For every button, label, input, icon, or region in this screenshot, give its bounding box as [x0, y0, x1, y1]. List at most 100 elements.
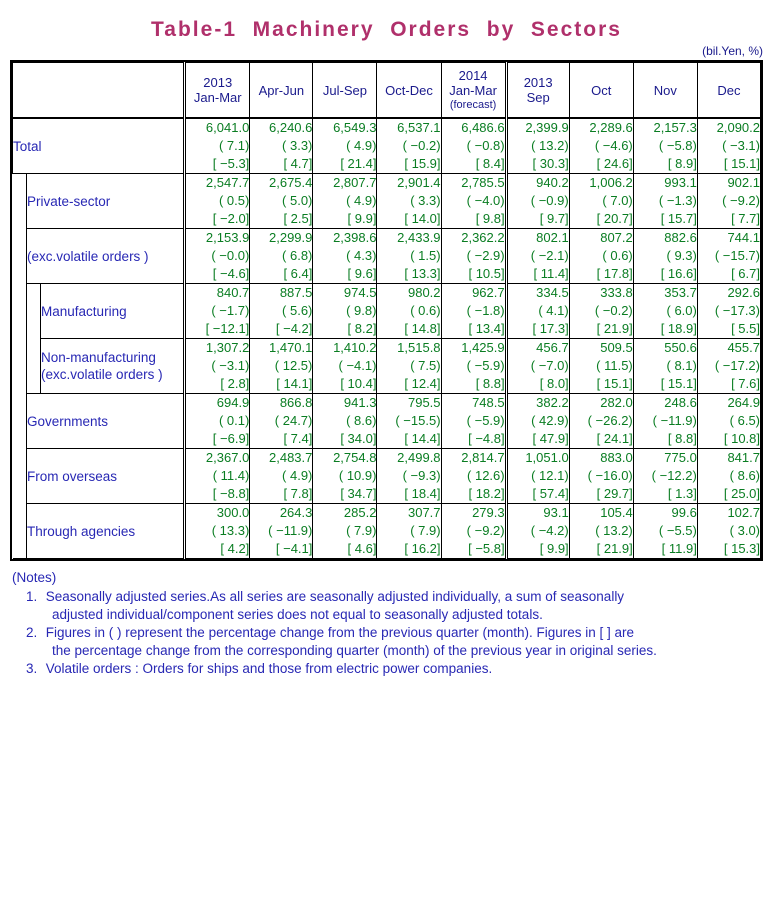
- header-col-8: Dec: [696, 62, 762, 119]
- cell-qoq: ( −3.1): [722, 138, 760, 153]
- header-row: 2013 Jan-Mar Apr-Jun Jul-Sep Oct-Dec 201…: [11, 62, 762, 119]
- cell-qoq: ( 12.1): [531, 468, 569, 483]
- row-label-governments: Governments: [26, 393, 186, 449]
- cell-qoq: ( 5.0): [282, 193, 313, 208]
- cell-level: 962.7: [472, 285, 505, 300]
- cell-r0-c6: 2,289.6 ( −4.6) [ 24.6]: [568, 117, 634, 174]
- cell-qoq: ( −17.3): [714, 303, 760, 318]
- cell-yoy: [ 4.6]: [347, 541, 377, 556]
- table-body: Total 6,041.0 ( 7.1) [ −5.3] 6,240.6 ( 3.3) [ …: [11, 117, 762, 559]
- header-col-3-period: Oct-Dec: [385, 82, 433, 98]
- cell-qoq: ( 1.5): [410, 248, 441, 263]
- cell-r6-c2: 2,754.8 ( 10.9) [ 34.7]: [312, 448, 378, 504]
- cell-yoy: [ 15.1]: [723, 156, 760, 171]
- header-col-8-period: Dec: [717, 82, 741, 98]
- cell-r3-c4: 962.7 ( −1.8) [ 13.4]: [440, 283, 507, 339]
- cell-yoy: [ 7.7]: [731, 211, 760, 226]
- header-col-0: 2013 Jan-Mar: [183, 62, 251, 119]
- cell-r7-c0: 300.0 ( 13.3) [ 4.2]: [183, 503, 251, 559]
- cell-qoq: ( −5.5): [658, 523, 697, 538]
- cell-yoy: [ 8.2]: [347, 321, 377, 336]
- cell-level: 807.2: [600, 230, 633, 245]
- note-number: 2.: [26, 625, 38, 640]
- cell-qoq: ( −9.2): [466, 523, 505, 538]
- cell-qoq: ( −0.2): [402, 138, 441, 153]
- cell-yoy: [ −6.9]: [212, 431, 250, 446]
- cell-level: 6,486.6: [461, 120, 505, 135]
- cell-r0-c0: 6,041.0 ( 7.1) [ −5.3]: [183, 117, 251, 174]
- cell-qoq: ( −16.0): [587, 468, 633, 483]
- cell-yoy: [ 1.3]: [667, 486, 697, 501]
- cell-r4-c4: 1,425.9 ( −5.9) [ 8.8]: [440, 338, 507, 394]
- row-indent-spacer-lvl2-4: [26, 338, 42, 394]
- cell-r0-c2: 6,549.3 ( 4.9) [ 21.4]: [312, 117, 378, 174]
- cell-level: 795.5: [407, 395, 441, 410]
- cell-r7-c5: 93.1 ( −4.2) [ 9.9]: [504, 503, 570, 559]
- unit-label: (bil.Yen, %): [702, 44, 763, 58]
- cell-level: 1,307.2: [205, 340, 250, 355]
- cell-yoy: [ 15.1]: [596, 376, 633, 391]
- cell-qoq: ( −15.7): [714, 248, 760, 263]
- cell-qoq: ( 7.0): [602, 193, 633, 208]
- cell-level: 6,240.6: [269, 120, 313, 135]
- cell-yoy: [ 14.8]: [404, 321, 441, 336]
- cell-r4-c2: 1,410.2 ( −4.1) [ 10.4]: [312, 338, 378, 394]
- cell-yoy: [ 18.2]: [468, 486, 505, 501]
- cell-r7-c7: 99.6 ( −5.5) [ 11.9]: [632, 503, 698, 559]
- note-text-line2: adjusted individual/component series doe…: [52, 607, 543, 622]
- cell-level: 2,807.7: [333, 175, 377, 190]
- cell-r5-c4: 748.5 ( −5.9) [ −4.8]: [440, 393, 507, 449]
- cell-yoy: [ 47.9]: [532, 431, 569, 446]
- cell-qoq: ( −11.9): [652, 413, 697, 428]
- cell-r2-c2: 2,398.6 ( 4.3) [ 9.6]: [312, 228, 378, 284]
- cell-qoq: ( 13.3): [211, 523, 250, 538]
- cell-yoy: [ 21.4]: [340, 156, 377, 171]
- cell-qoq: ( 9.3): [666, 248, 697, 263]
- row-indent-spacer-lvl1-2: [12, 228, 28, 284]
- cell-r6-c4: 2,814.7 ( 12.6) [ 18.2]: [440, 448, 507, 504]
- cell-yoy: [ 2.8]: [220, 376, 250, 391]
- cell-yoy: [ −4.2]: [275, 321, 313, 336]
- cell-yoy: [ 34.0]: [340, 431, 377, 446]
- cell-qoq: ( 0.5): [218, 193, 250, 208]
- cell-r1-c1: 2,675.4 ( 5.0) [ 2.5]: [249, 173, 314, 229]
- cell-r5-c7: 248.6 ( −11.9) [ 8.8]: [632, 393, 698, 449]
- cell-yoy: [ 18.4]: [404, 486, 441, 501]
- cell-r5-c8: 264.9 ( 6.5) [ 10.8]: [696, 393, 762, 449]
- note-item: 2. Figures in ( ) represent the percenta…: [26, 624, 773, 660]
- cell-r7-c4: 279.3 ( −9.2) [ −5.8]: [440, 503, 507, 559]
- cell-r3-c1: 887.5 ( 5.6) [ −4.2]: [249, 283, 314, 339]
- cell-yoy: [ 17.3]: [532, 321, 569, 336]
- cell-level: 279.3: [472, 505, 505, 520]
- cell-yoy: [ 10.8]: [723, 431, 760, 446]
- notes-list: 1. Seasonally adjusted series.As all ser…: [12, 588, 773, 678]
- cell-r6-c3: 2,499.8 ( −9.3) [ 18.4]: [376, 448, 442, 504]
- cell-yoy: [ 15.7]: [660, 211, 697, 226]
- cell-level: 353.7: [664, 285, 697, 300]
- cell-qoq: ( −4.1): [338, 358, 377, 373]
- cell-r7-c1: 264.3 ( −11.9) [ −4.1]: [249, 503, 314, 559]
- header-col-2-period: Jul-Sep: [322, 82, 367, 98]
- cell-yoy: [ 12.4]: [404, 376, 441, 391]
- cell-yoy: [ 15.1]: [660, 376, 697, 391]
- cell-r1-c2: 2,807.7 ( 4.9) [ 9.9]: [312, 173, 378, 229]
- cell-level: 2,754.8: [333, 450, 377, 465]
- cell-qoq: ( −1.8): [466, 303, 505, 318]
- cell-yoy: [ 7.6]: [731, 376, 760, 391]
- cell-yoy: [ 30.3]: [532, 156, 569, 171]
- row-indent-spacer-lvl1-3: [12, 283, 28, 339]
- cell-qoq: ( −9.2): [722, 193, 760, 208]
- cell-r2-c8: 744.1 ( −15.7) [ 6.7]: [696, 228, 762, 284]
- header-col-4: 2014 Jan-Mar (forecast): [440, 62, 507, 119]
- cell-qoq: ( −7.0): [530, 358, 569, 373]
- cell-qoq: ( −0.2): [594, 303, 633, 318]
- cell-r6-c1: 2,483.7 ( 4.9) [ 7.8]: [249, 448, 314, 504]
- cell-level: 1,051.0: [525, 450, 569, 465]
- cell-r7-c2: 285.2 ( 7.9) [ 4.6]: [312, 503, 378, 559]
- cell-r2-c0: 2,153.9 ( −0.0) [ −4.6]: [183, 228, 251, 284]
- cell-qoq: ( 4.9): [346, 138, 377, 153]
- note-text-line2: the percentage change from the correspon…: [52, 643, 657, 658]
- cell-level: 550.6: [664, 340, 697, 355]
- cell-level: 2,399.9: [525, 120, 569, 135]
- cell-qoq: ( 0.6): [602, 248, 633, 263]
